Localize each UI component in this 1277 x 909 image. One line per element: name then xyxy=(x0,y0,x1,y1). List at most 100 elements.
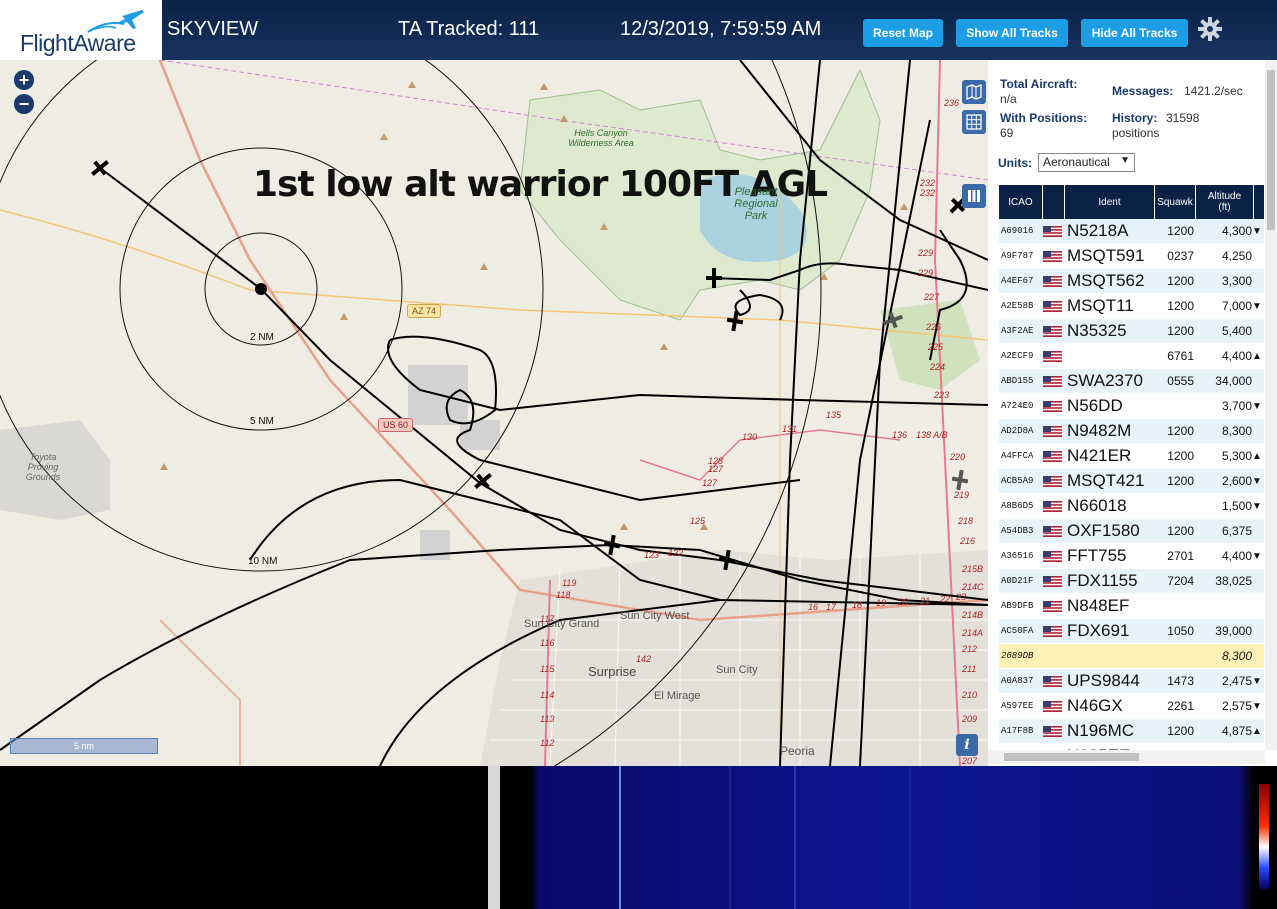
place-sun-city-grand: Sun City Grand xyxy=(524,618,600,630)
table-row[interactable]: A36516 FFT755 2701 4,400 ▼ xyxy=(999,544,1264,569)
zoom-in-button[interactable]: + xyxy=(14,70,34,90)
cell-icao: A17F8B xyxy=(1001,726,1034,736)
road-number: 214A xyxy=(962,628,984,638)
cell-icao: AB9DFB xyxy=(1001,601,1034,611)
road-number: 214B xyxy=(962,610,984,620)
vertical-rate-icon: ▲ xyxy=(1252,725,1262,737)
reset-map-button[interactable]: Reset Map xyxy=(863,19,943,47)
road-number: 232 xyxy=(920,178,936,188)
vertical-rate-icon: ▼ xyxy=(1252,500,1262,512)
table-row[interactable]: ABD155 SWA2370 0555 34,000 xyxy=(999,369,1264,394)
table-row[interactable]: A4EF67 MSQT562 1200 3,300 xyxy=(999,269,1264,294)
cell-ident: FDX691 xyxy=(1067,621,1130,640)
tracked-count: TA Tracked: 111 xyxy=(398,18,540,40)
cell-squawk: 1200 xyxy=(1167,299,1194,313)
table-row[interactable]: AC50FA FDX691 1050 39,000 xyxy=(999,619,1264,644)
cell-altitude: 8,300 xyxy=(1221,649,1252,663)
history-value: 31598 positions xyxy=(1112,111,1200,140)
table-row[interactable]: A2ECF9 6761 4,400 ▲ xyxy=(999,344,1264,369)
table-body: A69016 N5218A 1200 4,300 ▼ A9F787 MSQT591 0237 4… xyxy=(999,219,1264,769)
vertical-scrollbar[interactable] xyxy=(1265,60,1277,750)
table-row[interactable]: AD2D8A N9482M 1200 8,300 xyxy=(999,419,1264,444)
horizontal-scrollbar[interactable] xyxy=(988,750,1265,764)
us-flag-icon xyxy=(1043,475,1065,487)
road-number: 225 xyxy=(928,342,944,352)
flightaware-logo[interactable]: FlightAware xyxy=(0,0,162,60)
us-flag-icon xyxy=(1043,350,1065,362)
table-row[interactable]: A69016 N5218A 1200 4,300 ▼ xyxy=(999,219,1264,244)
zoom-out-button[interactable]: − xyxy=(14,94,34,114)
cell-altitude: 4,300 xyxy=(1221,224,1252,238)
table-row[interactable]: A0A837 UPS9844 1473 2,475 ▼ xyxy=(999,669,1264,694)
vertical-rate-icon: ▼ xyxy=(1252,700,1262,712)
table-row[interactable]: AB9DFB N848EF xyxy=(999,594,1264,619)
table-row[interactable]: A9F787 MSQT591 0237 4,250 xyxy=(999,244,1264,269)
col-ident[interactable]: Ident xyxy=(1065,185,1155,219)
us-flag-icon xyxy=(1043,525,1065,537)
road-number: 118 xyxy=(556,590,571,600)
table-row[interactable]: A8B6D5 N66018 1,500 ▼ xyxy=(999,494,1264,519)
us-flag-icon xyxy=(1043,600,1065,612)
select-arrow-icon: ▼ xyxy=(1120,155,1130,166)
scrollbar-thumb[interactable] xyxy=(1267,70,1275,230)
col-icao[interactable]: ICAO xyxy=(999,185,1043,219)
road-number: 122 xyxy=(668,548,684,558)
road-number: 115 xyxy=(540,664,555,674)
road-number: 114 xyxy=(540,690,555,700)
road-number: 112 xyxy=(540,738,555,748)
units-select[interactable]: Aeronautical ▼ xyxy=(1038,153,1135,172)
table-row[interactable]: A54DB3 OXF1580 1200 6,375 xyxy=(999,519,1264,544)
table-row[interactable]: A17F8B N196MC 1200 4,875 ▲ xyxy=(999,719,1264,744)
cell-ident: MSQT11 xyxy=(1067,296,1134,315)
scrollbar-thumb[interactable] xyxy=(1004,753,1139,761)
cell-squawk: 2701 xyxy=(1167,549,1194,563)
us-flag-icon xyxy=(1043,225,1065,237)
us-flag-icon xyxy=(1043,625,1065,637)
cell-ident: SWA2370 xyxy=(1067,371,1143,390)
show-all-tracks-button[interactable]: Show All Tracks xyxy=(956,19,1068,47)
table-row[interactable]: A2E58B MSQT11 1200 7,000 ▼ xyxy=(999,294,1264,319)
us-flag-icon xyxy=(1043,725,1065,737)
place-sun-city: Sun City xyxy=(716,664,758,676)
table-row[interactable]: A3F2AE N35325 1200 5,400 xyxy=(999,319,1264,344)
cell-ident: FFT755 xyxy=(1067,546,1127,565)
table-row[interactable]: A724E0 N56DD 3,700 ▼ xyxy=(999,394,1264,419)
map-view[interactable]: + − 1st low alt warrior 100FT AGL 2 NM 5… xyxy=(0,60,988,766)
ring-label-2nm: 2 NM xyxy=(250,332,274,343)
col-flag[interactable] xyxy=(1043,185,1065,219)
table-row[interactable]: A0D21F FDX1155 7204 38,025 xyxy=(999,569,1264,594)
place-proving-grounds: Toyota Proving Grounds xyxy=(25,452,61,482)
grid-overlay-icon[interactable] xyxy=(962,110,986,134)
map-layer-icon[interactable] xyxy=(962,80,986,104)
with-positions-label: With Positions: xyxy=(1000,111,1088,125)
cell-ident: N421ER xyxy=(1067,446,1132,465)
cell-squawk: 1200 xyxy=(1167,724,1194,738)
road-number: 218 xyxy=(958,516,974,526)
cell-squawk: 1200 xyxy=(1167,474,1194,488)
info-button[interactable]: i xyxy=(956,734,978,756)
table-row[interactable]: ACB5A9 MSQT421 1200 2,600 ▼ xyxy=(999,469,1264,494)
road-number: 127 xyxy=(708,464,724,474)
road-number: 20 xyxy=(898,597,909,607)
us-flag-icon xyxy=(1043,575,1065,587)
cell-altitude: 1,500 xyxy=(1221,499,1252,513)
table-row[interactable]: 2689DB 8,300 xyxy=(999,644,1264,669)
cell-icao: AD2D8A xyxy=(1001,426,1034,436)
vertical-rate-icon: ▼ xyxy=(1252,300,1262,312)
road-number: 113 xyxy=(540,714,555,724)
hide-all-tracks-button[interactable]: Hide All Tracks xyxy=(1081,19,1188,47)
cell-icao: ABD155 xyxy=(1001,376,1034,386)
settings-gear-icon[interactable] xyxy=(1198,17,1222,41)
units-select-value: Aeronautical xyxy=(1043,155,1110,169)
table-row[interactable]: A4FFCA N421ER 1200 5,300 ▲ xyxy=(999,444,1264,469)
units-label: Units: xyxy=(998,156,1032,170)
cell-icao: A4EF67 xyxy=(1001,276,1034,286)
panel-divider[interactable] xyxy=(488,766,500,909)
cell-altitude: 2,475 xyxy=(1221,674,1252,688)
cell-squawk: 1200 xyxy=(1167,524,1194,538)
road-number: 16 xyxy=(808,602,819,612)
col-altitude[interactable]: Altitude (ft) xyxy=(1196,185,1254,219)
table-row[interactable]: A597EE N46GX 2261 2,575 ▼ xyxy=(999,694,1264,719)
col-squawk[interactable]: Squawk xyxy=(1155,185,1196,219)
columns-toggle-icon[interactable] xyxy=(962,184,986,208)
